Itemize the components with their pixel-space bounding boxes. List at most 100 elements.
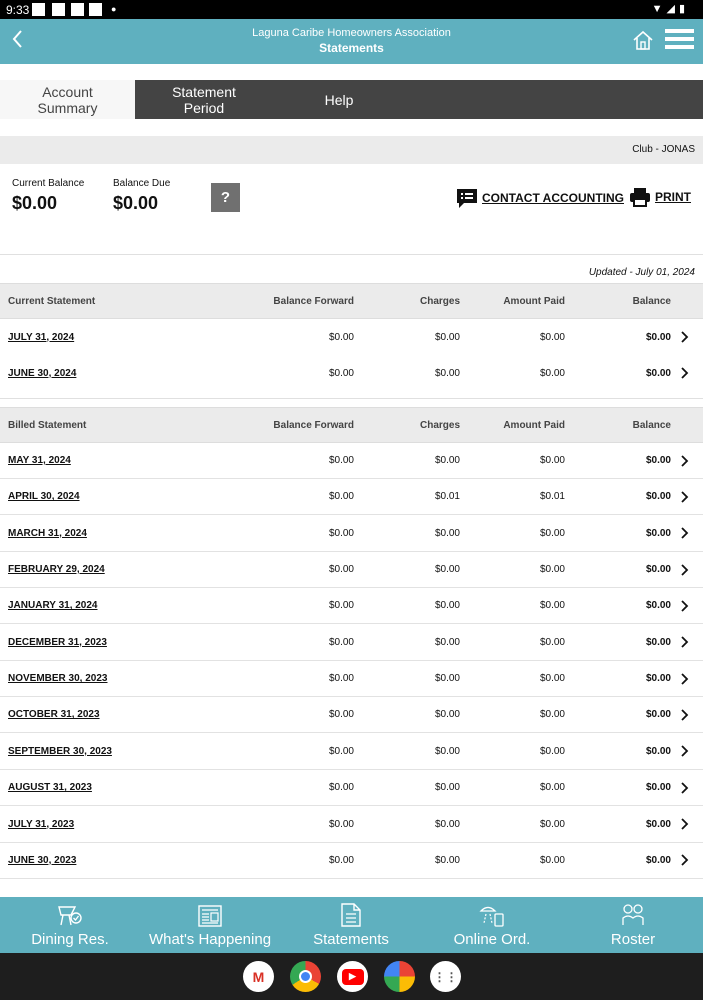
statement-date-link[interactable]: JULY 31, 2023: [8, 807, 74, 842]
amount-paid: $0.00: [539, 709, 565, 721]
balance-forward: $0.00: [328, 367, 354, 379]
statement-row[interactable]: JUNE 30, 2023 $0.00 $0.00 $0.00 $0.00: [0, 843, 703, 879]
divider: [0, 398, 703, 399]
chevron-right-icon[interactable]: [681, 443, 689, 478]
balance-due-label: Balance Due: [113, 178, 171, 189]
help-button[interactable]: ?: [211, 183, 240, 212]
statement-row[interactable]: NOVEMBER 30, 2023 $0.00 $0.00 $0.00 $0.00: [0, 661, 703, 698]
charges: $0.00: [434, 455, 460, 466]
divider: [0, 254, 703, 255]
statement-date-link[interactable]: MARCH 31, 2024: [8, 516, 87, 551]
statement-date-link[interactable]: OCTOBER 31, 2023: [8, 697, 100, 732]
balance: $0.00: [645, 745, 671, 757]
nav-statements[interactable]: Statements: [281, 897, 421, 953]
statement-row[interactable]: JUNE 30, 2024 $0.00 $0.00 $0.00 $0.00: [0, 355, 703, 391]
statement-date-link[interactable]: MAY 31, 2024: [8, 443, 71, 478]
current-statement-header: Current Statement Balance Forward Charge…: [0, 283, 703, 319]
notification-icon: [32, 3, 45, 16]
statement-date-link[interactable]: NOVEMBER 30, 2023: [8, 661, 108, 696]
statement-date-link[interactable]: JUNE 30, 2023: [8, 843, 76, 878]
statement-row[interactable]: SEPTEMBER 30, 2023 $0.00 $0.00 $0.00 $0.00: [0, 734, 703, 770]
charges: $0.00: [434, 527, 460, 539]
statement-row[interactable]: JULY 31, 2023 $0.00 $0.00 $0.00 $0.00: [0, 807, 703, 843]
amount-paid: $0.00: [539, 745, 565, 757]
tab-help[interactable]: Help: [273, 80, 405, 119]
statement-row[interactable]: APRIL 30, 2024 $0.00 $0.01 $0.01 $0.00: [0, 479, 703, 516]
notification-icon: [71, 3, 84, 16]
billed-statement-header: Billed Statement Balance Forward Charges…: [0, 407, 703, 443]
online-order-icon: [422, 897, 562, 927]
photos-icon[interactable]: [384, 961, 415, 992]
youtube-icon[interactable]: ▶: [337, 961, 368, 992]
app-drawer-icon[interactable]: ⋮⋮: [430, 961, 461, 992]
chevron-right-icon[interactable]: [681, 319, 689, 355]
statement-row[interactable]: FEBRUARY 29, 2024 $0.00 $0.00 $0.00 $0.00: [0, 552, 703, 589]
amount-paid: $0.00: [539, 367, 565, 379]
tab-account-summary[interactable]: Account Summary: [0, 80, 135, 119]
nav-online-ord[interactable]: Online Ord.: [422, 897, 562, 953]
nav-roster[interactable]: Roster: [563, 897, 703, 953]
bottom-nav: Dining Res. What's Happening Statements …: [0, 897, 703, 953]
chevron-right-icon[interactable]: [681, 697, 689, 732]
contact-list-icon: [457, 189, 477, 208]
statement-row[interactable]: MARCH 31, 2024 $0.00 $0.00 $0.00 $0.00: [0, 516, 703, 552]
chrome-icon[interactable]: [290, 961, 321, 992]
statement-date-link[interactable]: DECEMBER 31, 2023: [8, 625, 107, 660]
chevron-right-icon[interactable]: [681, 734, 689, 769]
updated-date: Updated - July 01, 2024: [588, 267, 695, 278]
statement-row[interactable]: MAY 31, 2024 $0.00 $0.00 $0.00 $0.00: [0, 443, 703, 479]
clock: 9:33: [6, 3, 30, 17]
chevron-right-icon[interactable]: [681, 807, 689, 842]
chevron-right-icon[interactable]: [681, 661, 689, 696]
contact-accounting-button[interactable]: CONTACT ACCOUNTING: [456, 187, 624, 209]
statement-date-link[interactable]: JANUARY 31, 2024: [8, 588, 98, 623]
amount-paid: $0.00: [539, 782, 565, 794]
home-icon[interactable]: [632, 29, 654, 56]
balance: $0.00: [645, 782, 671, 794]
system-dock: M ▶ ⋮⋮: [0, 953, 703, 1000]
chevron-right-icon[interactable]: [681, 516, 689, 551]
statement-date-link[interactable]: SEPTEMBER 30, 2023: [8, 734, 112, 769]
balance-forward: $0.00: [328, 527, 354, 539]
current-balance: Current Balance $0.00: [12, 178, 84, 214]
balance: $0.00: [645, 331, 671, 343]
amount-paid: $0.00: [539, 564, 565, 576]
document-icon: [281, 897, 421, 927]
statement-row[interactable]: OCTOBER 31, 2023 $0.00 $0.00 $0.00 $0.00: [0, 697, 703, 734]
statement-row[interactable]: JANUARY 31, 2024 $0.00 $0.00 $0.00 $0.00: [0, 588, 703, 625]
charges: $0.00: [434, 673, 460, 685]
chevron-right-icon[interactable]: [681, 770, 689, 805]
chevron-right-icon[interactable]: [681, 625, 689, 660]
current-balance-value: $0.00: [12, 193, 58, 213]
chevron-right-icon[interactable]: [681, 552, 689, 587]
amount-paid: $0.01: [539, 491, 565, 503]
column-header: Billed Statement: [8, 419, 87, 431]
charges: $0.00: [434, 745, 460, 757]
tab-statement-period[interactable]: Statement Period: [135, 80, 273, 119]
balance: $0.00: [645, 854, 671, 866]
statement-date-link[interactable]: JULY 31, 2024: [8, 319, 74, 355]
charges: $0.00: [434, 636, 460, 648]
statement-date-link[interactable]: APRIL 30, 2024: [8, 479, 80, 514]
amount-paid: $0.00: [539, 818, 565, 830]
charges: $0.00: [434, 782, 460, 794]
chevron-right-icon[interactable]: [681, 355, 689, 391]
statement-date-link[interactable]: JUNE 30, 2024: [8, 355, 76, 391]
chevron-right-icon[interactable]: [681, 588, 689, 623]
balance-due: Balance Due $0.00: [113, 178, 170, 214]
hamburger-menu-icon[interactable]: [665, 29, 694, 53]
statement-row[interactable]: JULY 31, 2024 $0.00 $0.00 $0.00 $0.00: [0, 319, 703, 355]
statement-date-link[interactable]: FEBRUARY 29, 2024: [8, 552, 105, 587]
column-header: Charges: [419, 419, 460, 431]
statement-row[interactable]: DECEMBER 31, 2023 $0.00 $0.00 $0.00 $0.00: [0, 625, 703, 661]
statement-row[interactable]: AUGUST 31, 2023 $0.00 $0.00 $0.00 $0.00: [0, 770, 703, 807]
balance-forward: $0.00: [328, 818, 354, 830]
nav-whats-happening[interactable]: What's Happening: [140, 897, 280, 953]
chevron-right-icon[interactable]: [681, 479, 689, 514]
statement-date-link[interactable]: AUGUST 31, 2023: [8, 770, 92, 805]
gmail-icon[interactable]: M: [243, 961, 274, 992]
charges: $0.00: [434, 367, 460, 379]
chevron-right-icon[interactable]: [681, 843, 689, 878]
nav-dining-res[interactable]: Dining Res.: [0, 897, 140, 953]
print-button[interactable]: PRINT: [629, 187, 691, 207]
